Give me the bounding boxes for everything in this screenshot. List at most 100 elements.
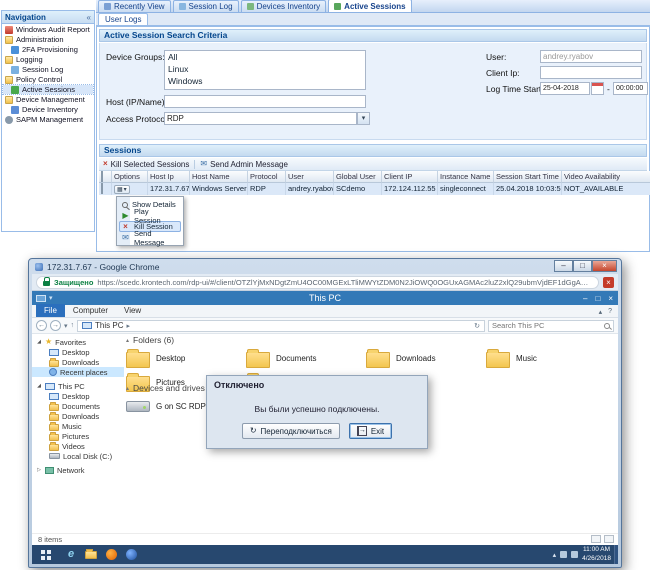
column-user[interactable]: User bbox=[286, 171, 334, 183]
tree-item-favorites[interactable]: ◢★Favorites bbox=[32, 337, 124, 347]
nav-item-device-management[interactable]: Device Management bbox=[3, 95, 93, 104]
device-group-option-windows[interactable]: Windows bbox=[165, 75, 365, 87]
back-icon[interactable]: ← bbox=[36, 320, 47, 331]
ribbon-tab-view[interactable]: View bbox=[116, 304, 149, 317]
folder-tile-downloads[interactable]: Downloads bbox=[366, 347, 478, 369]
column-global-user[interactable]: Global User bbox=[334, 171, 382, 183]
select-all-checkbox[interactable] bbox=[101, 171, 103, 182]
close-session-icon[interactable]: × bbox=[603, 277, 614, 288]
quick-access-toolbar[interactable]: ▾ bbox=[36, 291, 53, 305]
device-group-option-linux[interactable]: Linux bbox=[165, 63, 365, 75]
tab-active-sessions[interactable]: Active Sessions bbox=[328, 0, 411, 12]
nav-item-administration[interactable]: Administration bbox=[3, 35, 93, 44]
navigation-header[interactable]: Navigation « bbox=[2, 11, 94, 24]
user-input[interactable] bbox=[540, 50, 642, 63]
options-split-button[interactable]: ▦▾ bbox=[114, 185, 130, 194]
menu-item-play-session[interactable]: ▶Play Session bbox=[119, 210, 181, 221]
breadcrumb-location[interactable]: This PC bbox=[95, 321, 123, 330]
access-protocol-combo[interactable]: RDP bbox=[164, 112, 357, 125]
firefox-icon[interactable] bbox=[104, 548, 118, 562]
tray-network-icon[interactable] bbox=[560, 551, 567, 558]
column-session-start-time[interactable]: Session Start Time bbox=[494, 171, 562, 183]
log-time-input[interactable] bbox=[613, 82, 648, 95]
device-groups-listbox[interactable]: All Linux Windows bbox=[164, 50, 366, 90]
ribbon-tab-file[interactable]: File bbox=[36, 304, 65, 317]
tree-item-pc-videos[interactable]: Videos bbox=[32, 441, 124, 451]
chrome-title-bar[interactable]: 172.31.7.67 - Google Chrome bbox=[35, 260, 159, 273]
close-button[interactable]: × bbox=[608, 294, 613, 303]
column-video-availability[interactable]: Video Availability bbox=[562, 171, 650, 183]
nav-item-logging[interactable]: Logging bbox=[3, 55, 93, 64]
app-icon[interactable] bbox=[124, 548, 138, 562]
forward-icon[interactable]: → bbox=[50, 320, 61, 331]
kill-selected-sessions-button[interactable]: ×Kill Selected Sessions bbox=[103, 160, 189, 169]
maximize-button[interactable]: □ bbox=[595, 294, 600, 303]
folder-tile-desktop[interactable]: Desktop bbox=[126, 347, 238, 369]
nav-item-device-inventory[interactable]: Device Inventory bbox=[3, 105, 93, 114]
tree-item-pc-pictures[interactable]: Pictures bbox=[32, 431, 124, 441]
breadcrumb[interactable]: This PC ▸ ↻ bbox=[77, 320, 485, 332]
nav-item-windows-audit-report[interactable]: Windows Audit Report bbox=[3, 25, 93, 34]
nav-item-session-log[interactable]: Session Log bbox=[3, 65, 93, 74]
table-row[interactable]: ▦▾ 172.31.7.67 Windows Server RDP andrey… bbox=[99, 183, 650, 195]
nav-item-2fa-provisioning[interactable]: 2FA Provisioning bbox=[3, 45, 93, 54]
calendar-icon[interactable] bbox=[591, 82, 604, 95]
tree-item-this-pc[interactable]: ◢This PC bbox=[32, 381, 124, 391]
menu-item-send-message[interactable]: ✉Send Message bbox=[119, 232, 181, 243]
tree-item-pc-downloads[interactable]: Downloads bbox=[32, 411, 124, 421]
row-checkbox[interactable] bbox=[101, 183, 103, 194]
tree-item-recent-places[interactable]: Recent places bbox=[32, 367, 124, 377]
log-date-input[interactable] bbox=[540, 82, 590, 95]
tray-volume-icon[interactable] bbox=[571, 551, 578, 558]
column-client-ip[interactable]: Client IP bbox=[382, 171, 438, 183]
tree-item-pc-documents[interactable]: Documents bbox=[32, 401, 124, 411]
folder-tile-documents[interactable]: Documents bbox=[246, 347, 358, 369]
device-group-option-all[interactable]: All bbox=[165, 51, 365, 63]
nav-item-policy-control[interactable]: Policy Control bbox=[3, 75, 93, 84]
reconnect-button[interactable]: ↻Переподключиться bbox=[242, 423, 340, 439]
up-icon[interactable]: ↑ bbox=[71, 322, 75, 329]
explorer-title-bar[interactable]: ▾ This PC – □ × bbox=[32, 291, 618, 305]
minimize-button[interactable]: – bbox=[554, 260, 573, 272]
file-explorer-icon[interactable] bbox=[84, 548, 98, 562]
refresh-icon[interactable]: ↻ bbox=[474, 322, 480, 330]
tab-user-logs[interactable]: User Logs bbox=[98, 13, 148, 25]
exit-button[interactable]: →Exit bbox=[349, 423, 392, 439]
tree-item-pc-music[interactable]: Music bbox=[32, 421, 124, 431]
tree-item-local-disk[interactable]: Local Disk (C:) bbox=[32, 451, 124, 461]
column-host-name[interactable]: Host Name bbox=[190, 171, 248, 183]
host-input[interactable] bbox=[164, 95, 366, 108]
tab-devices-inventory[interactable]: Devices Inventory bbox=[241, 0, 327, 12]
tree-item-desktop[interactable]: Desktop bbox=[32, 347, 124, 357]
recent-locations-icon[interactable]: ▾ bbox=[64, 322, 68, 330]
thumbnail-view-icon[interactable] bbox=[604, 535, 614, 543]
tray-chevron-up-icon[interactable]: ▴ bbox=[553, 551, 557, 559]
nav-item-sapm-management[interactable]: SAPM Management bbox=[3, 115, 93, 124]
address-bar[interactable]: Защищено https://scedc.krontech.com/rdp-… bbox=[36, 276, 599, 289]
folder-tile-music[interactable]: Music bbox=[486, 347, 598, 369]
column-instance-name[interactable]: Instance Name bbox=[438, 171, 494, 183]
show-desktop-button[interactable] bbox=[614, 545, 618, 564]
tab-session-log[interactable]: Session Log bbox=[173, 0, 239, 12]
start-button[interactable] bbox=[34, 545, 58, 564]
chevron-down-icon[interactable]: ▾ bbox=[357, 112, 370, 125]
ribbon-tab-computer[interactable]: Computer bbox=[65, 304, 116, 317]
expander-icon[interactable]: ◢ bbox=[36, 339, 42, 345]
devices-group-header[interactable]: ▴Devices and drives (2) bbox=[126, 383, 218, 393]
minimize-button[interactable]: – bbox=[583, 294, 587, 303]
taskbar-clock[interactable]: 11:00 AM4/26/2018 bbox=[582, 546, 611, 562]
folders-group-header[interactable]: ▴Folders (6) bbox=[126, 335, 174, 345]
details-view-icon[interactable] bbox=[591, 535, 601, 543]
search-input[interactable] bbox=[492, 321, 601, 331]
tree-item-network[interactable]: ▷Network bbox=[32, 465, 124, 475]
column-options[interactable]: Options bbox=[112, 171, 148, 183]
tab-recently-view[interactable]: Recently View bbox=[98, 0, 171, 12]
client-ip-input[interactable] bbox=[540, 66, 642, 79]
help-icon[interactable]: ? bbox=[608, 308, 612, 315]
internet-explorer-icon[interactable]: e bbox=[64, 548, 78, 562]
column-protocol[interactable]: Protocol bbox=[248, 171, 286, 183]
send-admin-message-button[interactable]: ✉Send Admin Message bbox=[200, 160, 288, 169]
search-box[interactable] bbox=[488, 320, 614, 332]
expander-icon[interactable]: ◢ bbox=[36, 383, 42, 389]
expand-ribbon-icon[interactable]: ▴ bbox=[599, 308, 603, 316]
